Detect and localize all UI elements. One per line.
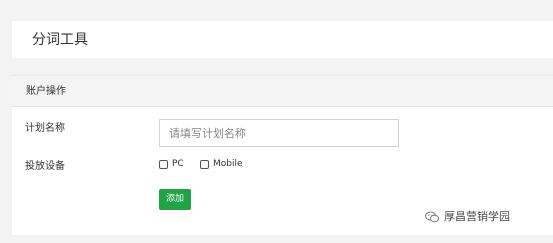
device-option-mobile[interactable]: Mobile xyxy=(200,158,243,171)
device-option-pc[interactable]: PC xyxy=(159,158,184,171)
page: 分词工具 账户操作 计划名称 投放设备 PC Mobile 添加 厚昌营销学园 xyxy=(0,0,553,243)
plan-name-label: 计划名称 xyxy=(25,123,65,134)
pc-checkbox[interactable] xyxy=(159,160,168,169)
title-card: 分词工具 xyxy=(12,21,553,58)
mobile-checkbox-label: Mobile xyxy=(213,159,243,169)
wechat-icon xyxy=(425,211,439,223)
plan-name-input[interactable] xyxy=(159,119,399,147)
device-label: 投放设备 xyxy=(25,161,65,172)
watermark: 厚昌营销学园 xyxy=(425,210,510,224)
page-title: 分词工具 xyxy=(32,32,88,48)
add-button[interactable]: 添加 xyxy=(159,189,191,210)
panel-title: 账户操作 xyxy=(26,86,66,97)
watermark-text: 厚昌营销学园 xyxy=(444,210,510,223)
mobile-checkbox[interactable] xyxy=(200,160,209,169)
pc-checkbox-label: PC xyxy=(172,159,184,169)
panel-header: 账户操作 xyxy=(12,76,553,107)
